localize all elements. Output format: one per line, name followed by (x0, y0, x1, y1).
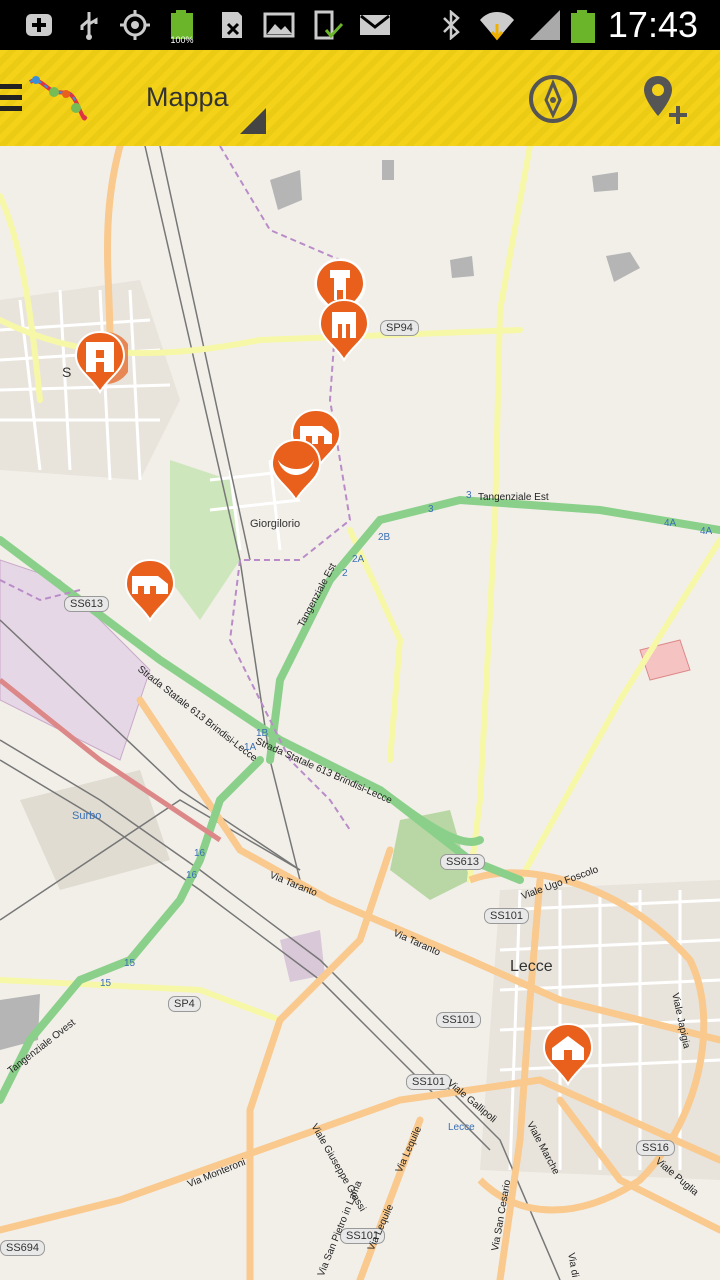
sd-card-icon (214, 10, 248, 40)
map-view[interactable]: Giorgilorio Surbo Lecce S Lecce SP94 SS6… (0, 146, 720, 1280)
status-bar: 100% 17:43 (0, 0, 720, 50)
junction-number: 1B (256, 728, 269, 739)
junction-number: 2A (352, 554, 365, 565)
road-shield: SS101 (406, 1074, 452, 1090)
farmhouse-poi[interactable] (122, 556, 178, 626)
bluetooth-icon (434, 9, 468, 41)
road-shield: SS16 (636, 1140, 675, 1156)
usb-icon (72, 10, 106, 40)
place-label-giorgilorio: Giorgilorio (250, 518, 301, 530)
road-shield: SS101 (436, 1012, 482, 1028)
cave-poi[interactable] (268, 436, 324, 506)
action-bar: Mappa (0, 50, 720, 146)
battery-full-icon: 100% (166, 10, 200, 45)
junction-number: 3 (466, 490, 472, 501)
battery-icon (566, 10, 600, 43)
junction-number: 3 (428, 504, 434, 515)
road-shield: SP94 (380, 320, 419, 336)
junction-number: 4A (700, 526, 713, 537)
clock: 17:43 (607, 4, 698, 45)
place-label-s: S (62, 364, 72, 380)
road-label: Tangenziale Est (478, 492, 549, 503)
svg-text:100%: 100% (170, 35, 193, 45)
road-shield: SS101 (484, 908, 530, 924)
station-label-lecce: Lecce (448, 1122, 475, 1133)
road-shield: SS613 (440, 854, 486, 870)
compass-icon[interactable] (526, 72, 580, 126)
menu-icon[interactable] (0, 84, 22, 112)
junction-number: 16 (194, 848, 206, 859)
junction-number: 15 (100, 978, 112, 989)
app-logo[interactable] (26, 72, 88, 126)
place-label-surbo: Surbo (72, 810, 102, 822)
road-shield: SP4 (168, 996, 201, 1012)
junction-number: 2B (378, 532, 391, 543)
device-check-icon (310, 10, 344, 40)
junction-number: 16 (186, 870, 198, 881)
junction-number: 15 (124, 958, 136, 969)
spinner-dropdown-icon[interactable] (240, 108, 266, 134)
house-poi[interactable] (540, 1020, 596, 1090)
place-label-lecce: Lecce (510, 958, 553, 975)
add-location-icon[interactable] (640, 72, 692, 128)
castle-poi[interactable] (72, 328, 128, 398)
junction-number: 1A (244, 742, 257, 753)
map-title[interactable]: Mappa (146, 82, 229, 113)
gmail-icon (358, 10, 392, 40)
road-shield: SS694 (0, 1240, 46, 1256)
gate-poi[interactable] (316, 296, 372, 366)
add-notification-icon (22, 10, 56, 40)
junction-number: 2 (342, 568, 348, 579)
wifi-icon (478, 10, 514, 41)
image-icon (262, 10, 296, 40)
junction-number: 4A (664, 518, 677, 529)
gps-icon (118, 10, 152, 40)
signal-icon (528, 10, 562, 40)
road-shield: SS613 (64, 596, 110, 612)
